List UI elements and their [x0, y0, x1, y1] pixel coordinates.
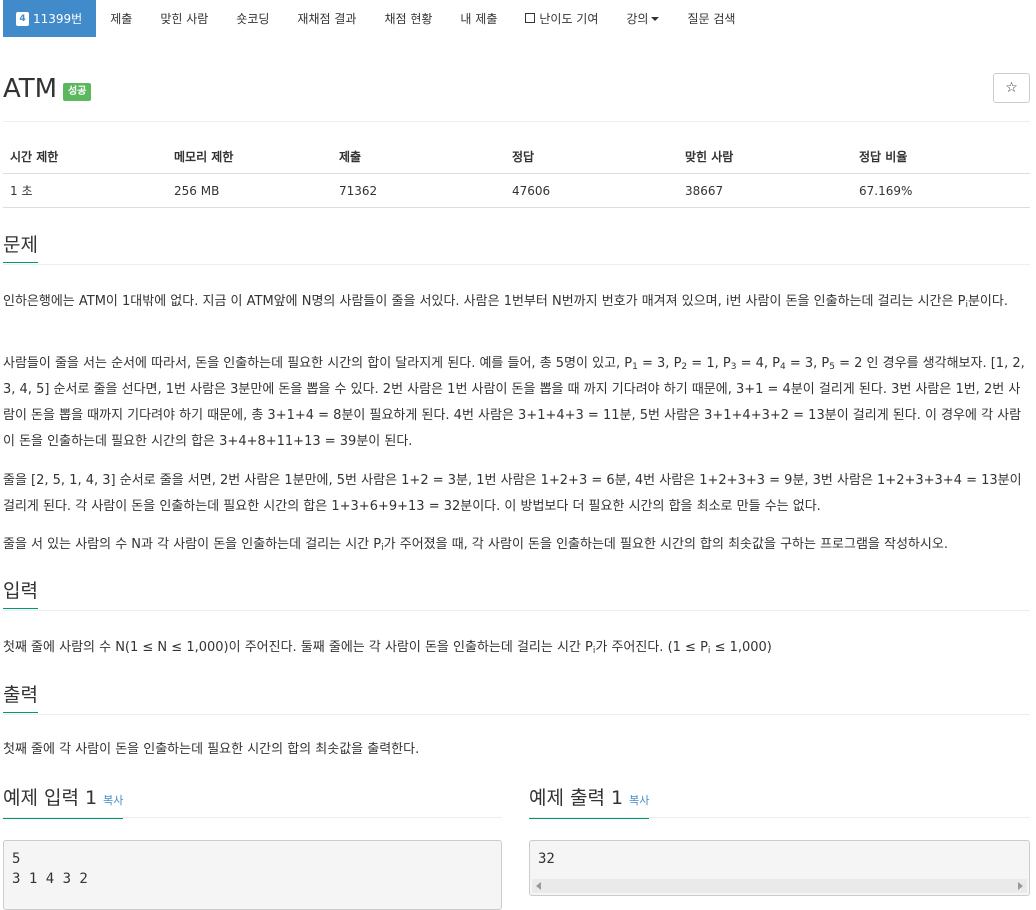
- description-paragraph-2: 사람들이 줄을 서는 순서에 따라서, 돈을 인출하는데 필요한 시간의 합이 …: [3, 356, 1025, 449]
- description-heading: 문제: [3, 232, 38, 263]
- input-section-header: 입력: [3, 578, 1030, 611]
- input-description: 첫째 줄에 사람의 수 N(1 ≤ N ≤ 1,000)이 주어진다. 둘째 줄…: [3, 640, 772, 656]
- scroll-right-icon[interactable]: [1018, 882, 1023, 890]
- solved-users-value: 38667: [678, 173, 852, 208]
- tab-difficulty-contribution[interactable]: 난이도 기여: [511, 0, 612, 37]
- submissions-value: 71362: [332, 173, 505, 208]
- sample-input-box[interactable]: 5 3 1 4 3 2: [3, 840, 502, 910]
- caret-down-icon: [651, 16, 660, 21]
- status-badge: 성공: [63, 83, 92, 101]
- header-solved-users: 맞힌 사람: [678, 140, 852, 174]
- accepted-value: 47606: [505, 173, 678, 208]
- tab-lectures[interactable]: 강의: [612, 0, 673, 37]
- sample-input-header: 예제 입력 1 복사: [3, 785, 502, 819]
- memory-limit-value: 256 MB: [167, 173, 332, 208]
- table-header-row: 시간 제한 메모리 제한 제출 정답 맞힌 사람 정답 비율: [3, 140, 1030, 174]
- copy-input-button[interactable]: 복사: [103, 794, 123, 807]
- favorite-button[interactable]: ☆: [993, 73, 1030, 103]
- description-paragraph-1: 인하은행에는 ATM이 1대밖에 없다. 지금 이 ATM앞에 N명의 사람들이…: [3, 294, 1008, 310]
- description-section-header: 문제: [3, 232, 1030, 265]
- description-paragraph-4: 줄을 서 있는 사람의 수 N과 각 사람이 돈을 인출하는데 걸리는 시간 P…: [3, 537, 948, 553]
- tab-rejudge[interactable]: 재채점 결과: [283, 0, 370, 37]
- problem-menu: 4 11399번 제출 맞힌 사람 숏코딩 재채점 결과 채점 현황 내 제출 …: [3, 0, 1033, 37]
- output-description: 첫째 줄에 각 사람이 돈을 인출하는데 필요한 시간의 합의 최솟값을 출력한…: [3, 742, 420, 757]
- tab-solved-users[interactable]: 맞힌 사람: [146, 0, 222, 37]
- table-row: 1 초 256 MB 71362 47606 38667 67.169%: [3, 173, 1030, 208]
- description-paragraph-3: 줄을 [2, 5, 1, 4, 3] 순서로 줄을 서면, 2번 사람은 1분만…: [3, 473, 1022, 514]
- horizontal-scrollbar[interactable]: [532, 879, 1027, 893]
- tab-problem[interactable]: 4 11399번: [3, 0, 97, 37]
- scroll-left-icon[interactable]: [536, 882, 541, 890]
- tab-lectures-label: 강의: [626, 12, 649, 26]
- output-section-header: 출력: [3, 682, 1030, 715]
- tab-difficulty-label: 난이도 기여: [539, 12, 599, 26]
- tab-status[interactable]: 채점 현황: [370, 0, 446, 37]
- output-heading: 출력: [3, 682, 38, 713]
- time-limit-value: 1 초: [3, 173, 167, 208]
- header-submissions: 제출: [332, 140, 505, 174]
- tab-my-submissions[interactable]: 내 제출: [446, 0, 511, 37]
- sample-output-heading: 예제 출력 1 복사: [529, 785, 650, 819]
- tab-submit[interactable]: 제출: [96, 0, 146, 37]
- accept-ratio-value: 67.169%: [852, 173, 1030, 208]
- copy-output-button[interactable]: 복사: [629, 794, 649, 807]
- input-heading: 입력: [3, 578, 38, 609]
- sample-output-value: 32: [538, 851, 555, 867]
- problem-number: 11399번: [33, 12, 83, 26]
- tab-question-search[interactable]: 질문 검색: [673, 0, 749, 37]
- sample-input-heading: 예제 입력 1 복사: [3, 785, 124, 819]
- sample-output-box[interactable]: 32: [529, 840, 1030, 896]
- external-link-icon: [525, 12, 536, 23]
- header-accepted: 정답: [505, 140, 678, 174]
- header-memory-limit: 메모리 제한: [167, 140, 332, 174]
- tab-short-coding[interactable]: 숏코딩: [222, 0, 283, 37]
- problem-info-table: 시간 제한 메모리 제한 제출 정답 맞힌 사람 정답 비율 1 초 256 M…: [3, 140, 1030, 208]
- header-accept-ratio: 정답 비율: [852, 140, 1030, 174]
- header-time-limit: 시간 제한: [3, 140, 167, 174]
- star-icon: ☆: [1005, 80, 1018, 96]
- level-icon: 4: [16, 11, 29, 26]
- problem-title: ATM: [3, 74, 58, 104]
- page-header: ATM 성공 ☆: [3, 70, 1030, 122]
- sample-output-header: 예제 출력 1 복사: [529, 785, 1030, 819]
